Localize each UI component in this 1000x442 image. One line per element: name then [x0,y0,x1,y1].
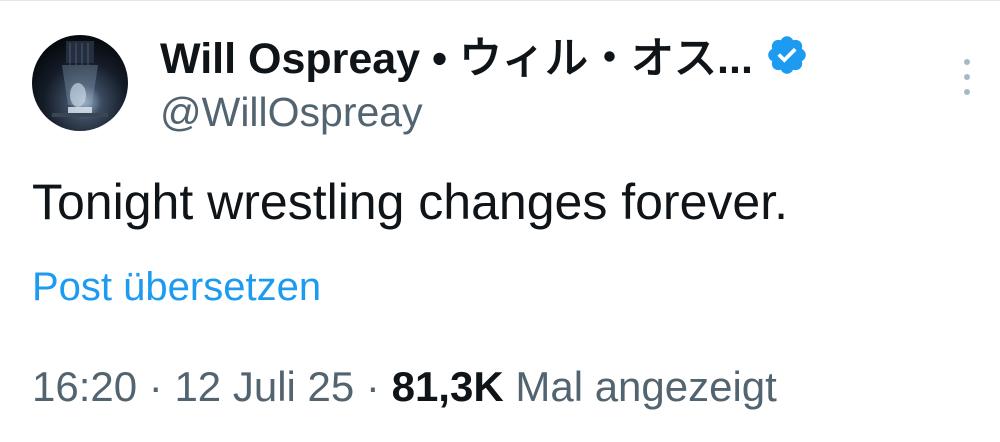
more-options-icon[interactable] [958,59,976,95]
tweet-card: Will Ospreay • ウィル・オス... @WillOspreay To… [0,0,1000,442]
meta-separator: · [148,363,163,410]
post-text: Tonight wrestling changes forever. [32,174,788,230]
avatar-image [52,41,108,117]
post-time[interactable]: 16:20 [32,363,137,410]
translate-post-link[interactable]: Post übersetzen [32,265,321,310]
author-name-row: Will Ospreay • ウィル・オス... [160,27,809,83]
avatar[interactable] [32,35,128,131]
author-display-name[interactable]: Will Ospreay • ウィル・オス... [160,24,753,86]
author-handle[interactable]: @WillOspreay [160,89,423,136]
meta-separator: · [365,363,380,410]
post-date[interactable]: 12 Juli 25 [174,363,354,410]
more-dot [964,59,970,65]
post-meta: 16:20 · 12 Juli 25 · 81,3K Mal angezeigt [32,363,777,411]
more-dot [964,74,970,80]
views-label[interactable]: Mal angezeigt [515,363,777,410]
verified-badge-icon[interactable] [765,33,809,77]
more-dot [964,89,970,95]
views-count[interactable]: 81,3K [392,363,504,410]
